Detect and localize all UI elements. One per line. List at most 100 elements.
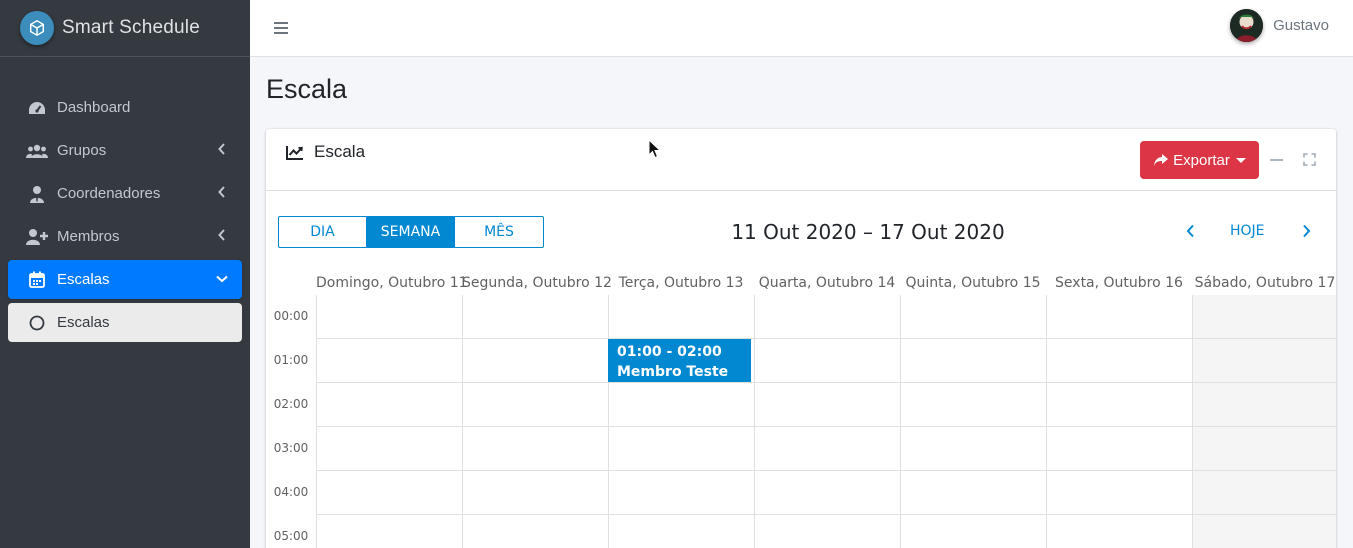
hamburger-menu-icon[interactable]	[274, 21, 288, 35]
time-row: 01:00	[266, 339, 1336, 383]
calendar-toolbar: DIA SEMANA MÊS 11 Out 2020 – 17 Out 2020…	[278, 216, 1324, 248]
time-slot[interactable]	[462, 295, 608, 339]
sidebar-item-label: Membros	[57, 228, 120, 245]
calendar-event[interactable]: 01:00 - 02:00 Membro Teste	[608, 339, 751, 382]
user-name: Gustavo	[1273, 17, 1329, 34]
time-slot[interactable]	[1046, 471, 1192, 515]
time-slot[interactable]	[316, 339, 462, 383]
dashboard-icon	[26, 99, 48, 117]
day-header: Domingo, Outubro 11	[316, 275, 468, 291]
time-slot[interactable]	[900, 383, 1046, 427]
time-slot[interactable]	[608, 383, 754, 427]
calendar-icon	[26, 271, 48, 289]
time-slot[interactable]	[754, 383, 900, 427]
time-slot[interactable]	[754, 295, 900, 339]
mouse-cursor-icon	[648, 139, 661, 159]
avatar	[1230, 9, 1264, 42]
time-slot[interactable]	[1046, 383, 1192, 427]
time-slot[interactable]	[608, 295, 754, 339]
sidebar-nav: Dashboard Grupos Coordenadores Membros E…	[8, 88, 242, 346]
minimize-icon[interactable]	[1270, 159, 1283, 162]
view-month-button[interactable]: MÊS	[455, 217, 543, 247]
sidebar-item-escalas[interactable]: Escalas	[8, 260, 242, 299]
time-row: 00:00	[266, 295, 1336, 339]
event-title: Membro Teste	[617, 364, 729, 380]
time-row: 03:00	[266, 427, 1336, 471]
time-slot[interactable]	[900, 339, 1046, 383]
time-slot[interactable]	[754, 471, 900, 515]
sidebar-item-label: Dashboard	[57, 99, 131, 116]
card-title: Escala	[286, 142, 365, 162]
sidebar-item-grupos[interactable]: Grupos	[8, 131, 242, 170]
time-slot[interactable]	[1192, 471, 1336, 515]
time-slot[interactable]	[1192, 427, 1336, 471]
user-tie-icon	[26, 185, 48, 203]
hour-label: 00:00	[273, 309, 309, 323]
time-slot[interactable]	[754, 339, 900, 383]
schedule-card: Escala Exportar DIA SEMANA MÊS 11 Out 20…	[266, 129, 1336, 548]
sidebar: Smart Schedule Dashboard Grupos Coordena…	[0, 0, 250, 548]
time-slot[interactable]	[1046, 427, 1192, 471]
chevron-right-icon[interactable]	[1302, 224, 1311, 238]
time-slot[interactable]	[316, 471, 462, 515]
sidebar-item-label: Escalas	[57, 314, 110, 331]
chevron-left-icon	[218, 186, 225, 198]
brand[interactable]: Smart Schedule	[0, 0, 250, 57]
chevron-down-icon	[216, 275, 228, 283]
time-slot[interactable]	[608, 515, 754, 548]
time-slot[interactable]	[462, 339, 608, 383]
card-header: Escala Exportar	[266, 129, 1336, 191]
export-button[interactable]: Exportar	[1140, 141, 1259, 179]
time-slot[interactable]	[462, 427, 608, 471]
sidebar-subitem-escalas[interactable]: Escalas	[8, 303, 242, 342]
hour-label: 04:00	[273, 485, 309, 499]
time-slot[interactable]	[754, 515, 900, 548]
time-slot[interactable]	[900, 427, 1046, 471]
chevron-left-icon	[218, 229, 225, 241]
time-slot[interactable]	[1046, 339, 1192, 383]
expand-icon[interactable]	[1303, 153, 1316, 166]
sidebar-item-dashboard[interactable]: Dashboard	[8, 88, 242, 127]
time-slot[interactable]	[1192, 383, 1336, 427]
time-slot[interactable]	[316, 295, 462, 339]
view-week-button[interactable]: SEMANA	[367, 217, 455, 247]
time-slot[interactable]	[1192, 515, 1336, 548]
calendar-grid: 00:00 01:00 02:00 03:00 04:00 05:00	[266, 295, 1336, 548]
time-slot[interactable]	[1046, 515, 1192, 548]
circle-icon	[26, 314, 48, 332]
cube-logo-icon	[20, 11, 54, 45]
hour-label: 03:00	[273, 441, 309, 455]
user-plus-icon	[26, 228, 48, 246]
view-switcher: DIA SEMANA MÊS	[278, 216, 544, 248]
sidebar-item-membros[interactable]: Membros	[8, 217, 242, 256]
sidebar-item-coordenadores[interactable]: Coordenadores	[8, 174, 242, 213]
user-menu[interactable]: Gustavo	[1230, 9, 1329, 42]
hour-label: 01:00	[273, 353, 309, 367]
time-slot[interactable]	[900, 295, 1046, 339]
chevron-left-icon[interactable]	[1186, 224, 1195, 238]
time-slot[interactable]	[608, 471, 754, 515]
time-slot[interactable]	[900, 471, 1046, 515]
view-day-button[interactable]: DIA	[279, 217, 367, 247]
time-row: 05:00	[266, 515, 1336, 548]
export-button-label: Exportar	[1173, 151, 1230, 169]
topbar: Gustavo	[250, 0, 1353, 57]
time-slot[interactable]	[462, 515, 608, 548]
time-slot[interactable]	[608, 427, 754, 471]
time-slot[interactable]	[1046, 295, 1192, 339]
day-header: Quarta, Outubro 14	[758, 275, 896, 291]
day-header: Segunda, Outubro 12	[462, 275, 612, 291]
today-button[interactable]: HOJE	[1230, 223, 1265, 239]
time-slot[interactable]	[316, 515, 462, 548]
time-slot[interactable]	[462, 383, 608, 427]
week-calendar: Domingo, Outubro 11 Segunda, Outubro 12 Te…	[266, 267, 1336, 548]
time-slot[interactable]	[462, 471, 608, 515]
calendar-header: Domingo, Outubro 11 Segunda, Outubro 12 Te…	[266, 267, 1336, 295]
time-slot[interactable]	[316, 383, 462, 427]
time-slot[interactable]	[1192, 339, 1336, 383]
time-slot[interactable]	[1192, 295, 1336, 339]
time-slot[interactable]	[316, 427, 462, 471]
time-slot[interactable]	[900, 515, 1046, 548]
time-slot[interactable]	[754, 427, 900, 471]
chevron-left-icon	[218, 143, 225, 155]
